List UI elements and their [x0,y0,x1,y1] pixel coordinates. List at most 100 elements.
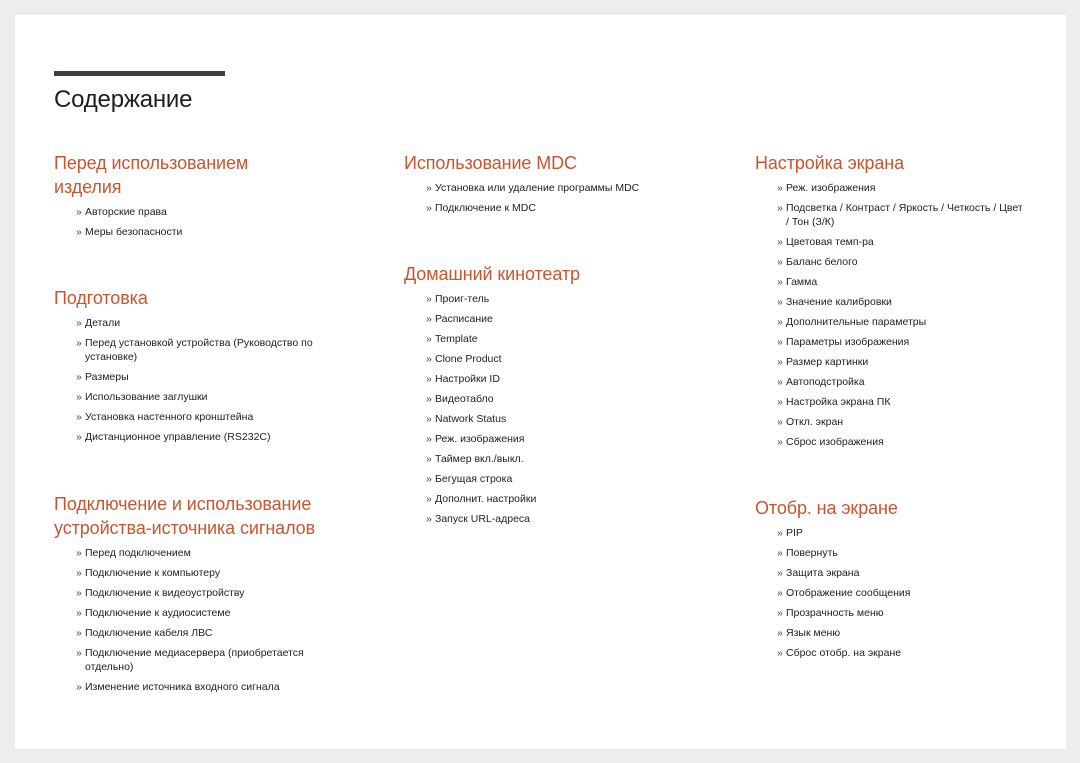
toc-item[interactable]: » Размеры [76,370,334,384]
section-heading[interactable]: Отобр. на экране [755,496,1045,520]
toc-link[interactable]: Таймер вкл./выкл. [435,453,524,465]
toc-item[interactable]: » Детали [76,316,334,330]
toc-link[interactable]: Расписание [435,313,493,325]
toc-item[interactable]: » Подсветка / Контраст / Яркость / Четкос… [777,201,1026,229]
toc-item[interactable]: » Template [426,332,704,346]
toc-item[interactable]: » Проиг-тель [426,292,704,306]
toc-link[interactable]: Авторские права [85,206,167,218]
toc-item[interactable]: » Установка настенного кронштейна [76,410,334,424]
toc-item[interactable]: » Перед установкой устройства (Руководств… [76,336,325,364]
toc-link[interactable]: Подключение к видеоустройству [85,587,245,599]
toc-item[interactable]: » Защита экрана [777,566,1045,580]
toc-item[interactable]: » Гамма [777,275,1045,289]
toc-link[interactable]: PIP [786,527,803,539]
toc-link[interactable]: Баланс белого [786,256,858,268]
section-heading[interactable]: Настройка экрана [755,151,1045,175]
toc-item[interactable]: » Дополнительные параметры [777,315,1045,329]
toc-link[interactable]: Настройки ID [435,373,500,385]
toc-link[interactable]: Подключение медиасервера (приобретается … [85,647,304,673]
section-heading[interactable]: Использование MDC [404,151,704,175]
toc-item[interactable]: » Откл. экран [777,415,1045,429]
toc-link[interactable]: Сброс изображения [786,436,884,448]
toc-item[interactable]: » Видеотабло [426,392,704,406]
toc-link[interactable]: Гамма [786,276,817,288]
section-heading[interactable]: Подготовка [54,286,334,310]
toc-link[interactable]: Изменение источника входного сигнала [85,681,280,693]
toc-link[interactable]: Реж. изображения [435,433,524,445]
toc-item[interactable]: » Размер картинки [777,355,1045,369]
toc-link[interactable]: Автоподстройка [786,376,865,388]
toc-item[interactable]: » Параметры изображения [777,335,1045,349]
toc-item[interactable]: » Сброс отобр. на экране [777,646,1045,660]
toc-item[interactable]: » Расписание [426,312,704,326]
toc-link[interactable]: Установка или удаление программы MDC [435,182,639,194]
toc-item[interactable]: » Дистанционное управление (RS232C) [76,430,334,444]
toc-item[interactable]: » Подключение к аудиосистеме [76,606,344,620]
toc-item[interactable]: » Цветовая темп-ра [777,235,1045,249]
toc-link[interactable]: Дополнительные параметры [786,316,926,328]
toc-link[interactable]: Размеры [85,371,129,383]
toc-item[interactable]: » Прозрачность меню [777,606,1045,620]
toc-item[interactable]: » Настройки ID [426,372,704,386]
toc-link[interactable]: Язык меню [786,627,840,639]
toc-item[interactable]: » Отображение сообщения [777,586,1045,600]
toc-link[interactable]: Natwork Status [435,413,506,425]
toc-item[interactable]: » Реж. изображения [777,181,1045,195]
toc-item[interactable]: » Использование заглушки [76,390,334,404]
toc-link[interactable]: Реж. изображения [786,182,875,194]
toc-link[interactable]: Дополнит. настройки [435,493,536,505]
toc-link[interactable]: Защита экрана [786,567,859,579]
toc-link[interactable]: Перед установкой устройства (Руководство… [85,337,313,363]
section-heading[interactable]: Подключение и использование устройства-и… [54,492,344,540]
toc-link[interactable]: Видеотабло [435,393,494,405]
toc-link[interactable]: Сброс отобр. на экране [786,647,901,659]
toc-link[interactable]: Детали [85,317,120,329]
toc-link[interactable]: Повернуть [786,547,838,559]
toc-link[interactable]: Clone Product [435,353,502,365]
toc-item[interactable]: » Реж. изображения [426,432,704,446]
toc-item[interactable]: » Повернуть [777,546,1045,560]
toc-item[interactable]: » Подключение кабеля ЛВС [76,626,344,640]
toc-link[interactable]: Бегущая строка [435,473,512,485]
toc-link[interactable]: Подключение к аудиосистеме [85,607,230,619]
toc-item[interactable]: » Подключение к MDC [426,201,704,215]
toc-item[interactable]: » Подключение медиасервера (приобретается… [76,646,325,674]
toc-link[interactable]: Цветовая темп-ра [786,236,874,248]
toc-item[interactable]: » Подключение к видеоустройству [76,586,344,600]
toc-link[interactable]: Подключение к MDC [435,202,536,214]
toc-link[interactable]: Template [435,333,478,345]
toc-item[interactable]: » Таймер вкл./выкл. [426,452,704,466]
toc-link[interactable]: Подключение к компьютеру [85,567,220,579]
toc-item[interactable]: » Автоподстройка [777,375,1045,389]
toc-link[interactable]: Параметры изображения [786,336,909,348]
toc-link[interactable]: Отображение сообщения [786,587,910,599]
toc-link[interactable]: Меры безопасности [85,226,182,238]
toc-link[interactable]: Дистанционное управление (RS232C) [85,431,271,443]
toc-item[interactable]: » Изменение источника входного сигнала [76,680,344,694]
toc-item[interactable]: » Меры безопасности [76,225,314,239]
toc-item[interactable]: » Авторские права [76,205,314,219]
toc-item[interactable]: » Значение калибровки [777,295,1045,309]
toc-link[interactable]: Прозрачность меню [786,607,884,619]
toc-item[interactable]: » Сброс изображения [777,435,1045,449]
toc-item[interactable]: » Бегущая строка [426,472,704,486]
toc-link[interactable]: Запуск URL-адреса [435,513,530,525]
section-heading[interactable]: Домашний кинотеатр [404,262,704,286]
section-heading[interactable]: Перед использованием изделия [54,151,314,199]
toc-item[interactable]: » Баланс белого [777,255,1045,269]
toc-item[interactable]: » Перед подключением [76,546,344,560]
toc-link[interactable]: Подсветка / Контраст / Яркость / Четкост… [786,202,1023,228]
toc-item[interactable]: » Дополнит. настройки [426,492,704,506]
toc-item[interactable]: » Запуск URL-адреса [426,512,704,526]
toc-item[interactable]: » PIP [777,526,1045,540]
toc-link[interactable]: Настройка экрана ПК [786,396,890,408]
toc-link[interactable]: Установка настенного кронштейна [85,411,253,423]
toc-link[interactable]: Проиг-тель [435,293,489,305]
toc-link[interactable]: Перед подключением [85,547,191,559]
toc-item[interactable]: » Язык меню [777,626,1045,640]
toc-item[interactable]: » Настройка экрана ПК [777,395,1045,409]
toc-item[interactable]: » Clone Product [426,352,704,366]
toc-link[interactable]: Подключение кабеля ЛВС [85,627,212,639]
toc-link[interactable]: Откл. экран [786,416,843,428]
toc-item[interactable]: » Установка или удаление программы MDC [426,181,704,195]
